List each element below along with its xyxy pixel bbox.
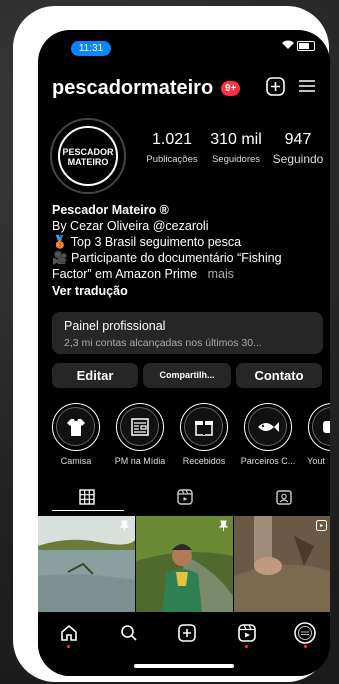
bio-line: Factor” em Amazon Prime mais [52,267,235,281]
profile-username[interactable]: pescadormateiro [52,77,213,100]
reels-icon[interactable] [238,624,256,647]
home-notification-dot [67,645,70,648]
reels-notification-dot [245,645,248,648]
highlight-label: Yout [307,456,325,466]
highlight-youtube[interactable] [308,403,330,451]
tagged-tab-icon[interactable] [276,489,292,508]
highlight-label: Recebidos [182,456,226,466]
dashboard-title: Painel profissional [64,319,166,333]
notification-badge[interactable]: 9+ [221,81,241,96]
pin-icon [218,518,229,536]
tshirt-icon [56,407,95,446]
avatar-text-top: PESCADOR [62,147,114,157]
translate-link[interactable]: Ver tradução [52,283,128,299]
create-icon[interactable] [266,77,285,102]
home-indicator [134,664,234,668]
wifi-icon [282,40,297,52]
newspaper-icon [120,407,159,446]
phone-frame: 11:31 pescadormateiro 9+ PESCADOR MATEIR… [13,6,330,682]
highlight-camisa[interactable] [52,403,100,451]
gift-icon [184,407,223,446]
highlight-label: Parceiros C... [240,456,296,466]
highlight-parceiros[interactable] [244,403,292,451]
fish-icon [248,407,287,446]
bio-line: 🥉 Top 3 Brasil seguimento pesca [52,235,242,249]
edit-profile-button[interactable]: Editar [52,363,138,388]
battery-icon [297,41,316,52]
avatar-text-bottom: MATEIRO [67,157,109,167]
bio-line: 🎥 Participante do documentário “Fishing [52,251,282,265]
dynamic-island [148,34,246,58]
posts-count[interactable]: 1.021 [136,131,208,149]
search-icon[interactable] [120,624,138,647]
reel-icon [316,518,327,536]
professional-dashboard[interactable]: Painel profissional 2,3 mi contas alcanç… [52,312,323,354]
following-count[interactable]: 947 [262,131,330,149]
app-screen: 11:31 pescadormateiro 9+ PESCADOR MATEIR… [38,30,330,676]
create-post-icon[interactable] [178,624,196,647]
posts-label: Publicações [146,154,198,165]
following-label: Seguindo [272,152,324,166]
play-icon [312,407,330,446]
status-icons [282,40,316,52]
profile-name: Pescador Mateiro ® [52,203,169,217]
contact-button[interactable]: Contato [236,363,322,388]
dashboard-subtitle: 2,3 mi contas alcançadas nos últimos 30.… [64,337,262,349]
share-profile-button[interactable]: Compartilh... [143,363,231,388]
profile-notification-dot [304,645,307,648]
highlight-label: PM na Mídia [114,456,166,466]
highlight-label: Camisa [60,456,92,466]
bio-line: By Cezar Oliveira @cezaroli [52,219,209,233]
pin-icon [119,518,130,536]
menu-icon[interactable] [298,77,316,101]
grid-tab-icon[interactable] [79,489,95,508]
profile-avatar[interactable]: PESCADOR MATEIRO [50,118,126,194]
home-icon[interactable] [60,624,78,647]
reels-tab-icon[interactable] [177,489,193,508]
status-time: 11:31 [71,41,111,56]
highlight-pm-midia[interactable] [116,403,164,451]
active-tab-indicator [52,510,124,511]
highlight-recebidos[interactable] [180,403,228,451]
bio-more-link[interactable]: mais [208,267,234,281]
